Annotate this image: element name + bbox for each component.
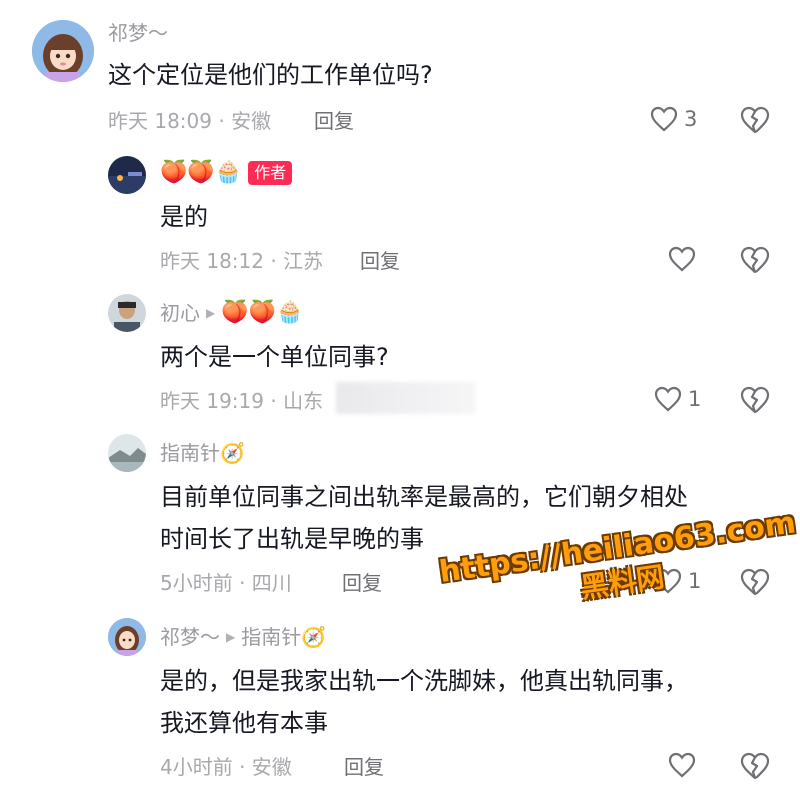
watermark: https://heiliao63.com 黑料网	[437, 505, 800, 624]
heart-outline-icon	[654, 386, 682, 412]
reply-to-name[interactable]: 🍑🍑🧁	[221, 300, 303, 326]
dislike-button[interactable]	[740, 106, 770, 138]
like-button[interactable]: 1	[654, 386, 701, 412]
comment-text-line-2: 我还算他有本事	[160, 709, 328, 737]
commenter-name[interactable]: 祁梦～	[108, 20, 168, 46]
dislike-button[interactable]	[740, 386, 770, 418]
avatar-man-photo-icon	[108, 294, 146, 332]
avatar-landscape-icon	[108, 434, 146, 472]
avatar[interactable]	[108, 294, 146, 332]
heart-outline-icon	[650, 106, 678, 132]
like-count: 1	[688, 387, 702, 411]
reply-button[interactable]: 回复	[314, 108, 354, 134]
avatar[interactable]	[108, 618, 146, 656]
broken-heart-icon	[740, 246, 770, 274]
like-count: 3	[684, 107, 698, 131]
reply-button[interactable]: 回复	[360, 248, 400, 274]
dislike-button[interactable]	[740, 246, 770, 278]
reply-arrow-icon: ▶	[226, 630, 236, 644]
reply-button[interactable]: 回复	[344, 754, 384, 780]
commenter-name[interactable]: 初心	[160, 300, 200, 326]
avatar[interactable]	[108, 156, 146, 194]
commenter-name[interactable]: 指南针🧭	[160, 440, 245, 466]
like-button[interactable]	[668, 246, 696, 272]
comment-text: 是的	[160, 203, 208, 231]
heart-outline-icon	[668, 752, 696, 778]
comment-meta: 昨天 19:19 · 山东	[160, 389, 324, 413]
avatar[interactable]	[108, 434, 146, 472]
avatar-cartoon-girl-icon	[32, 20, 94, 82]
comment-text-line-1: 目前单位同事之间出轨率是最高的，它们朝夕相处	[160, 483, 688, 511]
comment-text: 这个定位是他们的工作单位吗?	[108, 61, 433, 89]
comment-text: 两个是一个单位同事?	[160, 343, 389, 371]
broken-heart-icon	[740, 386, 770, 414]
commenter-name[interactable]: 祁梦～	[160, 624, 220, 650]
broken-heart-icon	[740, 752, 770, 780]
comment-meta: 昨天 18:12 · 江苏	[160, 249, 324, 273]
comment-meta: 4小时前 · 安徽	[160, 755, 292, 779]
blurred-reply-region	[336, 382, 476, 414]
avatar[interactable]	[32, 20, 94, 82]
like-button[interactable]	[668, 752, 696, 778]
comment-text-line-1: 是的，但是我家出轨一个洗脚妹，他真出轨同事，	[160, 667, 688, 695]
reply-arrow-icon: ▶	[206, 306, 216, 320]
comment-text-line-2: 时间长了出轨是早晚的事	[160, 525, 424, 553]
reply-button[interactable]: 回复	[342, 570, 382, 596]
commenter-name[interactable]: 🍑🍑🧁	[160, 160, 242, 186]
like-button[interactable]: 3	[650, 106, 697, 132]
avatar-cartoon-girl-icon	[108, 618, 146, 656]
author-badge: 作者	[248, 161, 293, 185]
reply-to-name[interactable]: 指南针🧭	[241, 624, 326, 650]
avatar-night-city-icon	[108, 156, 146, 194]
heart-outline-icon	[668, 246, 696, 272]
comment-meta: 5小时前 · 四川	[160, 571, 292, 595]
comment-meta: 昨天 18:09 · 安徽	[108, 109, 272, 133]
broken-heart-icon	[740, 106, 770, 134]
dislike-button[interactable]	[740, 752, 770, 784]
